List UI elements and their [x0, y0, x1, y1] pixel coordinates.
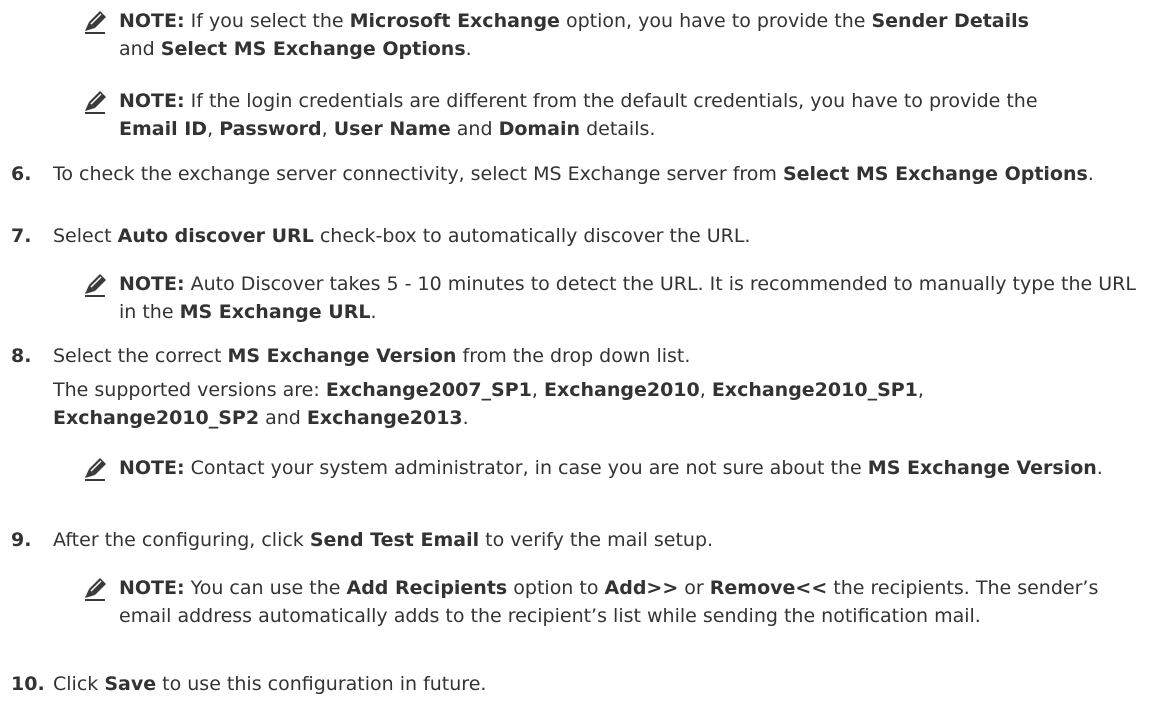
- text-run: The supported versions are:: [53, 379, 326, 401]
- text-run: from the drop down list.: [456, 345, 691, 367]
- step-9: 9. After the configuring, click Send Tes…: [0, 526, 1172, 554]
- ui-term: Send Test Email: [309, 529, 480, 551]
- step-number: 10.: [11, 673, 45, 695]
- text-run: If you select the: [190, 10, 350, 32]
- step-number: 9.: [11, 529, 32, 551]
- text-run: Click: [53, 673, 105, 695]
- text-run: or: [678, 577, 710, 599]
- text-run: .: [465, 38, 472, 60]
- step-info: The supported versions are: Exchange2007…: [53, 376, 1172, 432]
- ui-term: Microsoft Exchange: [349, 10, 560, 32]
- note-text: NOTE: You can use the Add Recipients opt…: [119, 574, 1152, 630]
- text-run: ,: [917, 379, 924, 401]
- step-text: Select the correct MS Exchange Version f…: [53, 342, 1172, 432]
- ui-term: MS Exchange Version: [227, 345, 457, 367]
- note-2: NOTE: If the login credentials are diffe…: [82, 87, 1162, 143]
- note-pencil-icon: [85, 458, 106, 481]
- text-run: check-box to automatically discover the …: [313, 225, 751, 247]
- ui-term: Email ID: [119, 118, 208, 140]
- note-pencil-icon: [85, 11, 106, 34]
- note-4: NOTE: Contact your system administrator,…: [82, 454, 1152, 482]
- ui-term: Domain: [498, 118, 581, 140]
- text-run: and: [450, 118, 499, 140]
- step-number: 6.: [11, 163, 32, 185]
- note-pencil-icon: [85, 91, 106, 114]
- step-text: Select Auto discover URL check-box to au…: [53, 222, 1172, 250]
- note-5: NOTE: You can use the Add Recipients opt…: [82, 574, 1152, 630]
- text-run: ,: [321, 118, 334, 140]
- ui-term: Select MS Exchange Options: [782, 163, 1088, 185]
- ui-term: Add>>: [604, 577, 679, 599]
- text-run: To check the exchange server connectivit…: [53, 163, 783, 185]
- text-run: to verify the mail setup.: [479, 529, 714, 551]
- ui-term: Exchange2010_SP1: [711, 379, 918, 401]
- ui-term: Password: [219, 118, 322, 140]
- ui-term: Exchange2010_SP2: [53, 407, 260, 429]
- note-label: NOTE:: [119, 90, 185, 112]
- step-number: 7.: [11, 225, 32, 247]
- text-run: Contact your system administrator, in ca…: [190, 457, 868, 479]
- ui-term: Exchange2007_SP1: [325, 379, 532, 401]
- ui-term: Sender Details: [871, 10, 1029, 32]
- step-8: 8. Select the correct MS Exchange Versio…: [0, 342, 1172, 432]
- text-run: .: [1096, 457, 1103, 479]
- step-number: 8.: [11, 345, 32, 367]
- note-text: NOTE: Auto Discover takes 5 - 10 minutes…: [119, 270, 1152, 326]
- ui-term: Save: [104, 673, 157, 695]
- note-1: NOTE: If you select the Microsoft Exchan…: [82, 7, 1152, 63]
- ui-term: MS Exchange URL: [179, 301, 371, 323]
- note-label: NOTE:: [119, 457, 185, 479]
- note-text: NOTE: If the login credentials are diffe…: [119, 87, 1162, 143]
- step-line: Select the correct MS Exchange Version f…: [53, 342, 1172, 370]
- step-7: 7. Select Auto discover URL check-box to…: [0, 222, 1172, 250]
- text-run: details.: [580, 118, 656, 140]
- text-run: option to: [507, 577, 605, 599]
- ui-term: User Name: [333, 118, 451, 140]
- note-text: NOTE: If you select the Microsoft Exchan…: [119, 7, 1152, 63]
- text-run: .: [370, 301, 377, 323]
- step-10: 10. Click Save to use this configuration…: [0, 670, 1172, 698]
- ui-term: Remove<<: [709, 577, 828, 599]
- step-text: Click Save to use this configuration in …: [53, 670, 1172, 698]
- note-label: NOTE:: [119, 10, 185, 32]
- ui-term: Auto discover URL: [117, 225, 314, 247]
- text-run: and: [259, 407, 307, 429]
- text-run: Select the correct: [53, 345, 228, 367]
- text-run: .: [462, 407, 469, 429]
- text-run: If the login credentials are different f…: [190, 90, 1038, 112]
- text-run: After the configuring, click: [53, 529, 310, 551]
- text-run: and: [119, 38, 161, 60]
- text-run: option, you have to provide the: [559, 10, 872, 32]
- ui-term: Select MS Exchange Options: [160, 38, 466, 60]
- text-run: ,: [531, 379, 544, 401]
- text-run: Select: [53, 225, 118, 247]
- text-run: to use this configuration in future.: [156, 673, 487, 695]
- note-label: NOTE:: [119, 577, 185, 599]
- note-label: NOTE:: [119, 273, 185, 295]
- text-run: .: [1087, 163, 1094, 185]
- ui-term: Exchange2010: [543, 379, 700, 401]
- ui-term: Add Recipients: [346, 577, 508, 599]
- step-text: After the configuring, click Send Test E…: [53, 526, 1172, 554]
- note-text: NOTE: Contact your system administrator,…: [119, 454, 1152, 482]
- step-6: 6. To check the exchange server connecti…: [0, 160, 1172, 188]
- step-text: To check the exchange server connectivit…: [53, 160, 1172, 188]
- note-pencil-icon: [85, 274, 106, 297]
- text-run: You can use the: [190, 577, 347, 599]
- text-run: ,: [207, 118, 220, 140]
- ui-term: MS Exchange Version: [867, 457, 1097, 479]
- note-3: NOTE: Auto Discover takes 5 - 10 minutes…: [82, 270, 1152, 326]
- text-run: ,: [699, 379, 712, 401]
- note-pencil-icon: [85, 578, 106, 601]
- ui-term: Exchange2013: [306, 407, 463, 429]
